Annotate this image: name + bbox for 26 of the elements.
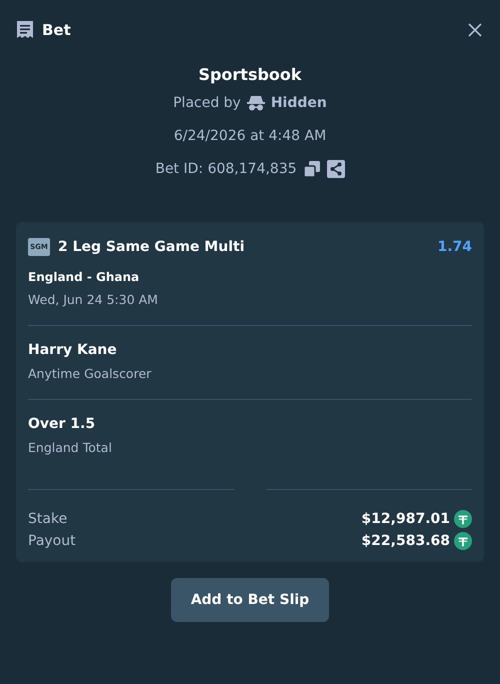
bet-date: 6/24/2026 at 4:48 AM xyxy=(174,128,326,144)
leg-selection: Over 1.5 xyxy=(28,416,96,432)
placed-by-label: Placed by xyxy=(173,94,241,110)
tether-coin-icon xyxy=(454,510,472,528)
close-button[interactable] xyxy=(466,21,484,39)
add-to-bet-slip-button[interactable]: Add to Bet Slip xyxy=(170,578,330,622)
leg-selection: Harry Kane xyxy=(28,342,118,358)
modal-title: Bet xyxy=(42,21,71,39)
copy-button[interactable] xyxy=(302,160,321,178)
receipt-icon xyxy=(16,20,34,40)
bet-id: Bet ID: 608,174,835 xyxy=(155,160,297,176)
bet-type-title: 2 Leg Same Game Multi xyxy=(58,239,244,255)
bet-odds: 1.74 xyxy=(437,239,472,255)
placed-by-user: Hidden xyxy=(270,94,327,110)
total-amount: $12,987.01 xyxy=(361,511,450,527)
incognito-icon xyxy=(246,94,265,110)
sportsbook-title: Sportsbook xyxy=(198,64,302,86)
total-amount: $22,583.68 xyxy=(361,533,450,549)
leg-market: Anytime Goalscorer xyxy=(28,366,152,381)
match-time: Wed, Jun 24 5:30 AM xyxy=(28,292,159,307)
total-label: Stake xyxy=(28,511,68,527)
share-button[interactable] xyxy=(326,160,345,178)
total-label: Payout xyxy=(28,533,76,549)
leg-market: England Total xyxy=(28,440,113,455)
tether-coin-icon xyxy=(454,532,472,550)
match-name: England - Ghana xyxy=(28,270,140,284)
